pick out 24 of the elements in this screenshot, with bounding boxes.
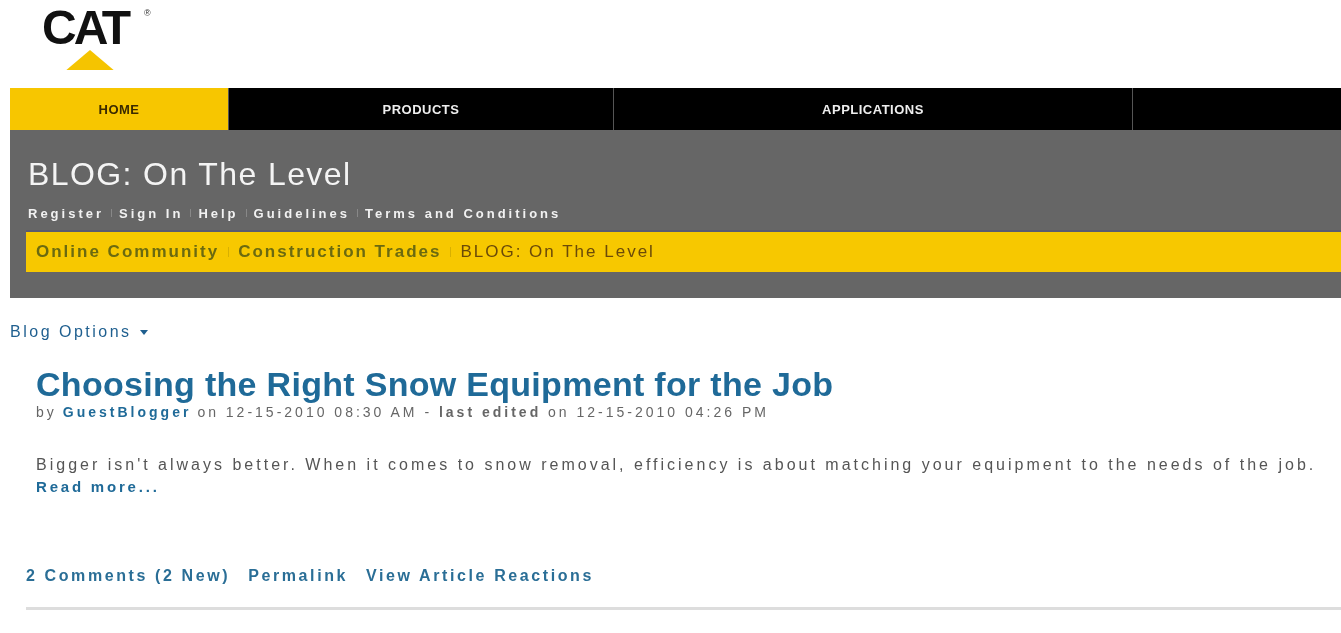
read-more-link[interactable]: Read more... xyxy=(36,478,160,495)
post-action-link[interactable]: 2 Comments (2 New) xyxy=(26,567,231,585)
header-link[interactable]: Register xyxy=(28,205,105,221)
header-link[interactable]: Guidelines xyxy=(253,205,350,221)
breadcrumb-link[interactable]: BLOG: On The Level xyxy=(460,242,655,262)
nav-tab[interactable]: HOME xyxy=(10,88,229,130)
author-link[interactable]: GuestBlogger xyxy=(62,404,192,420)
header-link[interactable]: Sign In xyxy=(119,205,184,221)
header-link[interactable]: Terms and Conditions xyxy=(365,205,562,221)
caret-icon[interactable] xyxy=(139,329,148,335)
logo-text: CAT xyxy=(42,8,129,48)
header-link[interactable]: Help xyxy=(198,205,239,221)
post-excerpt: Bigger isn't always better. When it comes to snow removal, efficiency is about matching your equipment to the needs of the job. xyxy=(36,456,1318,474)
post-action-link[interactable]: Permalink xyxy=(248,567,349,585)
blog-options-menu[interactable]: Blog Options xyxy=(10,323,132,341)
post-title[interactable]: Choosing the Right Snow Equipment for the Job xyxy=(36,366,1341,402)
byline-text: on 12-15-2010 08:30 AM - last edited on 12-15-2010 04:26 PM xyxy=(197,404,769,420)
byline-text: by xyxy=(36,404,57,420)
breadcrumb-link[interactable]: Online Community xyxy=(36,242,220,262)
breadcrumb-link[interactable]: Construction Trades xyxy=(238,242,442,262)
cat-logo[interactable]: CAT ® xyxy=(40,6,160,84)
blog-title: BLOG: On The Level xyxy=(28,156,353,192)
registered-mark: ® xyxy=(144,8,151,18)
post-action-link[interactable]: View Article Reactions xyxy=(366,567,594,585)
